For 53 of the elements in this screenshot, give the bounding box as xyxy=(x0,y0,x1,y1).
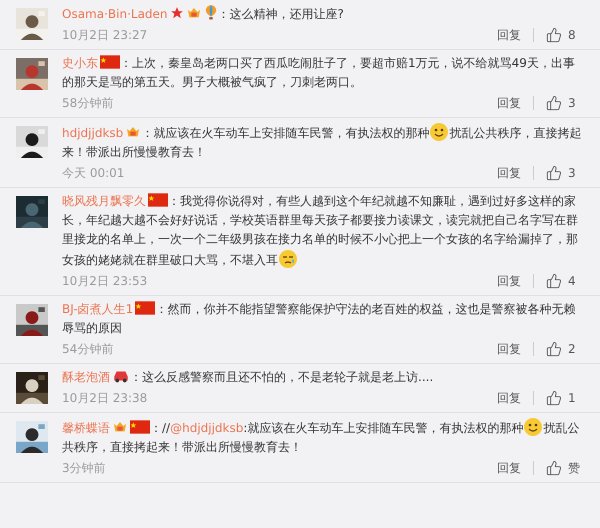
comment-time: 10月2日 23:53 xyxy=(62,273,148,290)
username-link[interactable]: 晓风残月飘零久 xyxy=(62,194,146,208)
comment-text: 馨桥蝶语 ：//@hdjdjjdksb:就应该在火车动车上安排随车民警，有执法权的那种 扰乱公共秩序，直接拷起来！带派出所慢慢教育去！ xyxy=(62,417,586,457)
comment-text: 史小东 ：上次，秦皇岛老两口买了西瓜吃闹肚子了，要超市赔1万元，说不给就骂49天，出事的那天是骂的第五天。男子大概被气疯了，刀刺老两口。 xyxy=(62,54,576,91)
username-link[interactable]: 馨桥蝶语 xyxy=(62,421,110,435)
comment-text: 酥老泡酒 ：这么反感警察而且还不怕的，不是老轮子就是老上访.... xyxy=(62,368,434,386)
username-link[interactable]: Osama·Bin·Laden xyxy=(62,7,168,21)
username-link[interactable]: 史小东 xyxy=(62,56,98,70)
smiley-icon xyxy=(429,122,450,142)
balloon-icon xyxy=(204,4,218,20)
comment-time: 3分钟前 xyxy=(62,460,106,477)
like-count: 3 xyxy=(568,95,577,112)
comment-time: 10月2日 23:27 xyxy=(62,27,148,44)
thumbs-up-icon[interactable] xyxy=(546,165,562,181)
flag-icon xyxy=(130,420,150,434)
like-count: 4 xyxy=(568,273,577,290)
flag-icon xyxy=(100,55,120,69)
car-icon xyxy=(112,369,130,383)
thumbs-up-icon[interactable] xyxy=(546,460,562,476)
reply-link[interactable]: 回复 xyxy=(497,26,521,44)
mention-link[interactable]: @hdjdjjdksb xyxy=(170,421,244,435)
reply-link[interactable]: 回复 xyxy=(497,164,521,182)
username-link[interactable]: BJ-卤煮人生1 xyxy=(62,302,134,316)
comment-time: 10月2日 23:38 xyxy=(62,390,148,407)
reply-link[interactable]: 回复 xyxy=(497,94,521,112)
thumbs-up-icon[interactable] xyxy=(546,95,562,111)
like-count: 2 xyxy=(568,341,577,358)
thumbs-up-icon[interactable] xyxy=(546,27,562,43)
reply-link[interactable]: 回复 xyxy=(497,272,521,290)
reply-link[interactable]: 回复 xyxy=(497,459,521,477)
reply-link[interactable]: 回复 xyxy=(497,340,521,358)
like-count: 赞 xyxy=(568,460,581,477)
comment-text: 晓风残月飘零久 ：我觉得你说得对，有些人越到这个年纪就越不知廉耻，遇到过好多这样的家长，年纪越大越不会好好说话，学校英语群里每天孩子都要接力读课文，读完就把自己名字写在群里接龙的名单上，一次一个二年级男孩在接力名单的时候不小心把上一个女孩的名字给漏掉了，那女孩的姥姥就在群里破口大骂，不堪入耳 xyxy=(62,192,579,270)
thumbs-up-icon[interactable] xyxy=(546,273,562,289)
crying-emoji-icon xyxy=(278,249,298,269)
username-link[interactable]: hdjdjjdksb xyxy=(62,126,124,140)
comment-time: 58分钟前 xyxy=(62,95,114,112)
thumbs-up-icon[interactable] xyxy=(546,341,562,357)
comment-time: 54分钟前 xyxy=(62,341,114,358)
flag-icon xyxy=(148,193,168,207)
like-count: 1 xyxy=(568,390,577,407)
username-link[interactable]: 酥老泡酒 xyxy=(62,370,110,384)
comment-time: 今天 00:01 xyxy=(62,165,124,182)
like-count: 3 xyxy=(568,165,577,182)
comment-text: BJ-卤煮人生1 ：然而，你并不能指望警察能保护守法的老百姓的权益，这也是警察被各种无赖辱骂的原因 xyxy=(62,300,576,337)
star-icon xyxy=(170,6,184,20)
comment-text: hdjdjjdksb ：就应该在火车动车上安排随车民警，有执法权的那种 扰乱公共秩序，直接拷起来！带派出所慢慢教育去！ xyxy=(62,122,586,162)
flag-icon xyxy=(135,301,156,315)
thumbs-up-icon[interactable] xyxy=(546,390,562,406)
like-count: 8 xyxy=(568,27,577,44)
reply-link[interactable]: 回复 xyxy=(497,389,521,407)
smiley-icon xyxy=(523,417,544,437)
comment-text: Osama·Bin·Laden ：这么精神，还用让座? xyxy=(62,4,586,24)
